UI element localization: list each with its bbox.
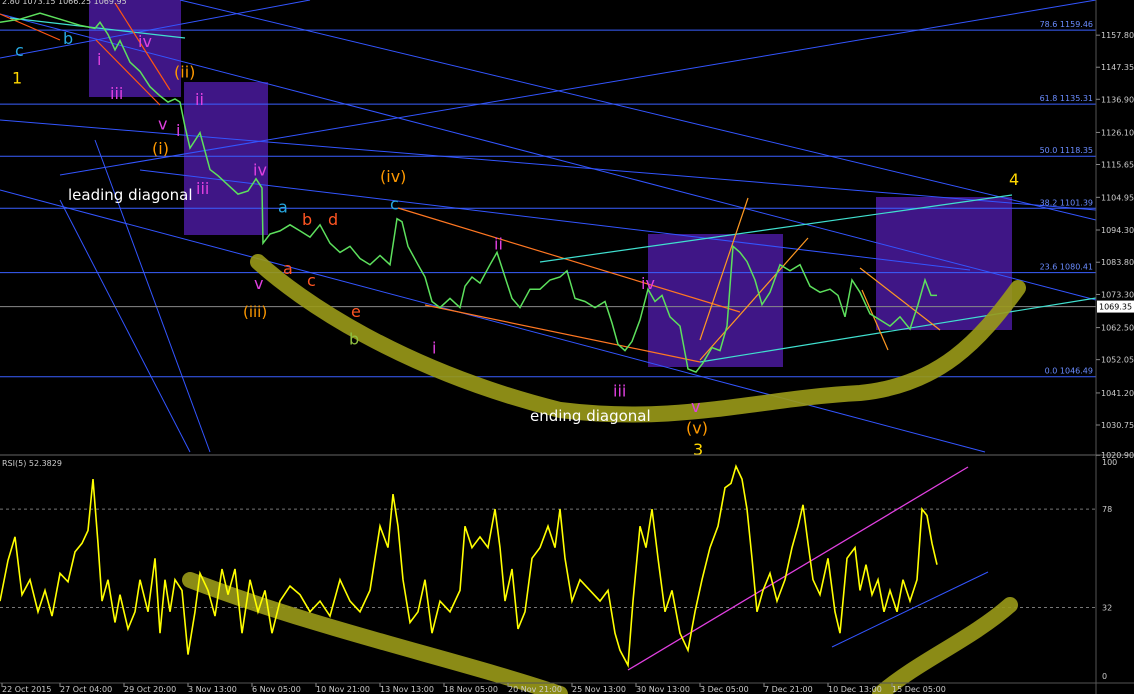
- x-tick-label-10: 30 Nov 13:00: [636, 685, 690, 694]
- wave-box-2: [648, 234, 783, 367]
- price-tick-label-11: 1136.90: [1101, 95, 1134, 104]
- wave-label-2: 1: [12, 69, 22, 88]
- wave-label-12: iii: [196, 179, 209, 198]
- price-tick-label-3: 1052.05: [1101, 356, 1134, 365]
- wave-label-0: c: [15, 41, 24, 60]
- wave-label-4: iii: [110, 84, 123, 103]
- wave-label-32: 3: [693, 440, 703, 459]
- price-tick-label-8: 1104.95: [1101, 193, 1134, 202]
- price-tick-label-7: 1094.30: [1101, 226, 1134, 235]
- wave-label-6: v: [158, 115, 167, 134]
- fib-label-0: 78.6 1159.46: [1040, 20, 1093, 29]
- wave-label-11: leading diagonal: [68, 186, 193, 204]
- x-tick-label-13: 10 Dec 13:00: [828, 685, 882, 694]
- wave-label-33: 4: [1009, 170, 1019, 189]
- price-tick-label-5: 1073.30: [1101, 290, 1134, 299]
- x-tick-label-12: 7 Dec 21:00: [764, 685, 813, 694]
- x-tick-label-1: 27 Oct 04:00: [60, 685, 112, 694]
- x-tick-label-7: 18 Nov 05:00: [444, 685, 498, 694]
- x-tick-label-14: 15 Dec 05:00: [892, 685, 946, 694]
- price-tick-label-13: 1157.80: [1101, 31, 1134, 40]
- current-price-label: 1069.35: [1099, 303, 1132, 312]
- wave-label-15: b: [302, 210, 312, 229]
- wave-label-25: ii: [494, 234, 503, 253]
- rsi-title: RSI(5) 52.3829: [2, 459, 62, 468]
- fib-label-2: 50.0 1118.35: [1040, 146, 1093, 155]
- price-tick-label-4: 1062.50: [1101, 324, 1134, 333]
- wave-label-18: c: [390, 194, 399, 213]
- x-tick-label-0: 22 Oct 2015: [2, 685, 51, 694]
- wave-label-21: v: [254, 274, 263, 293]
- fib-label-5: 0.0 1046.49: [1045, 367, 1093, 376]
- price-tick-label-2: 1041.20: [1101, 389, 1134, 398]
- price-header-text: 2.80 1073.15 1066.25 1069.95: [2, 0, 127, 6]
- wave-label-1: b: [63, 29, 73, 48]
- rsi-tick-label-2: 78: [1102, 505, 1112, 514]
- price-tick-label-6: 1083.80: [1101, 258, 1134, 267]
- wave-label-9: i: [176, 121, 180, 140]
- x-tick-label-9: 25 Nov 13:00: [572, 685, 626, 694]
- price-tick-label-1: 1030.75: [1101, 421, 1134, 430]
- wave-label-3: i: [97, 50, 101, 69]
- wave-label-14: a: [278, 198, 288, 217]
- rsi-tick-label-0: 0: [1102, 672, 1107, 681]
- wave-box-0: [89, 0, 181, 97]
- price-tick-label-9: 1115.65: [1101, 160, 1134, 169]
- price-tick-label-10: 1126.10: [1101, 128, 1134, 137]
- wave-label-19: a: [283, 259, 293, 278]
- wave-label-28: iii: [613, 382, 626, 401]
- price-tick-label-12: 1147.35: [1101, 63, 1134, 72]
- wave-label-17: (iv): [380, 167, 406, 186]
- wave-label-7: (ii): [174, 63, 195, 82]
- fib-label-3: 38.2 1101.39: [1040, 198, 1093, 207]
- wave-label-13: iv: [253, 161, 267, 180]
- rsi-tick-label-1: 32: [1102, 604, 1112, 613]
- x-tick-label-4: 6 Nov 05:00: [252, 685, 301, 694]
- wave-label-8: ii: [195, 90, 204, 109]
- rsi-tick-label-3: 100: [1102, 458, 1117, 467]
- wave-label-23: e: [351, 302, 361, 321]
- x-tick-label-3: 3 Nov 13:00: [188, 685, 237, 694]
- wave-label-30: ending diagonal: [530, 407, 651, 425]
- x-tick-label-2: 29 Oct 20:00: [124, 685, 176, 694]
- fib-label-1: 61.8 1135.31: [1040, 94, 1093, 103]
- wave-label-5: iv: [138, 32, 152, 51]
- wave-label-24: b: [349, 329, 359, 348]
- wave-label-29: v: [691, 397, 700, 416]
- wave-label-26: i: [432, 339, 436, 358]
- x-tick-label-8: 20 Nov 21:00: [508, 685, 562, 694]
- wave-label-20: c: [307, 271, 316, 290]
- chart-root: 78.6 1159.46 61.8 1135.31 50.0 1118.35 38.2…: [0, 0, 1134, 694]
- x-tick-label-5: 10 Nov 21:00: [316, 685, 370, 694]
- x-tick-label-11: 3 Dec 05:00: [700, 685, 749, 694]
- wave-label-31: (v): [686, 418, 708, 437]
- wave-label-16: d: [328, 210, 338, 229]
- wave-label-27: iv: [641, 274, 655, 293]
- fib-label-4: 23.6 1080.41: [1040, 263, 1093, 272]
- wave-label-22: (iii): [243, 303, 267, 321]
- x-tick-label-6: 13 Nov 13:00: [380, 685, 434, 694]
- wave-label-10: (i): [152, 139, 169, 158]
